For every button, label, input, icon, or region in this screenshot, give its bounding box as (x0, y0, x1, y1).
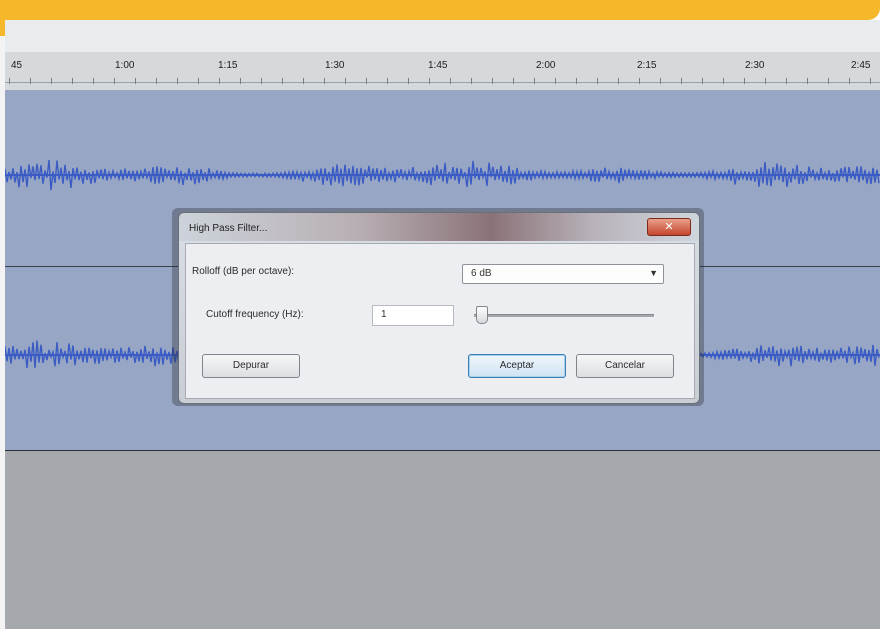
ruler-tick (681, 78, 682, 84)
ruler-tick (744, 78, 745, 84)
ruler-tick (324, 78, 325, 84)
ruler-label: 2:00 (536, 60, 556, 71)
ruler-label: 2:45 (851, 60, 871, 71)
ruler-tick (72, 78, 73, 84)
ruler-tick (534, 78, 535, 84)
close-button[interactable]: ✕ (647, 218, 691, 236)
ruler-tick (198, 78, 199, 84)
ruler-tick (9, 78, 10, 84)
ruler-tick (345, 78, 346, 84)
ruler-label: 2:30 (745, 60, 765, 71)
rolloff-label: Rolloff (dB per octave): (192, 266, 295, 277)
ruler-label: 1:45 (428, 60, 448, 71)
ruler-label: 2:15 (637, 60, 657, 71)
ruler-tick (156, 78, 157, 84)
ruler-tick (450, 78, 451, 84)
ruler-tick (51, 78, 52, 84)
ruler-tick (135, 78, 136, 84)
cutoff-value: 1 (381, 309, 387, 320)
ruler-tick (387, 78, 388, 84)
ruler-tick (702, 78, 703, 84)
top-banner (0, 0, 880, 20)
cutoff-frequency-input[interactable]: 1 (372, 305, 454, 326)
high-pass-filter-dialog: High Pass Filter... ✕ Rolloff (dB per oc… (178, 212, 700, 404)
ruler-tick (639, 78, 640, 84)
ruler-tick (366, 78, 367, 84)
ruler-tick (261, 78, 262, 84)
ruler-tick (408, 78, 409, 84)
debug-button[interactable]: Depurar (202, 354, 300, 378)
ruler-label: 45 (11, 60, 23, 71)
ruler-tick (282, 78, 283, 84)
ruler-tick (597, 78, 598, 84)
ruler-tick (513, 78, 514, 84)
ruler-label: 1:30 (325, 60, 345, 71)
ruler-tick (660, 78, 661, 84)
cutoff-label: Cutoff frequency (Hz): (206, 309, 304, 320)
ruler-tick (114, 78, 115, 84)
ruler-tick (492, 78, 493, 84)
ruler-tick (471, 78, 472, 84)
ruler-tick (828, 78, 829, 84)
empty-track-area[interactable] (5, 451, 880, 629)
ruler-tick (177, 78, 178, 84)
dialog-title: High Pass Filter... (189, 223, 268, 234)
dialog-body: Rolloff (dB per octave): 6 dB ▼ Cutoff f… (185, 243, 695, 399)
ruler-tick (765, 78, 766, 84)
cutoff-slider-track[interactable] (474, 314, 654, 317)
ruler-tick (723, 78, 724, 84)
cancel-button[interactable]: Cancelar (576, 354, 674, 378)
ruler-tick (555, 78, 556, 84)
chevron-down-icon: ▼ (649, 268, 658, 278)
ruler-tick (240, 78, 241, 84)
ruler-tick (303, 78, 304, 84)
ruler-label: 1:15 (218, 60, 238, 71)
ruler-tick (429, 78, 430, 84)
cutoff-slider-thumb[interactable] (476, 306, 489, 324)
toolbar-strip (5, 20, 880, 52)
ruler-tick (849, 78, 850, 84)
ruler-tick (786, 78, 787, 84)
ruler-tick (93, 78, 94, 84)
ruler-tick (219, 78, 220, 84)
ruler-baseline (5, 82, 880, 83)
ruler-tick (30, 78, 31, 84)
rolloff-value: 6 dB (471, 268, 492, 279)
rolloff-select[interactable]: 6 dB ▼ (462, 264, 664, 284)
ruler-label: 1:00 (115, 60, 135, 71)
ruler-tick (618, 78, 619, 84)
waveform-channel-left (5, 160, 880, 191)
ruler-tick (870, 78, 871, 84)
ruler-tick (807, 78, 808, 84)
ok-button[interactable]: Aceptar (468, 354, 566, 378)
timeline-ruler[interactable]: 45 1:00 1:15 1:30 1:45 2:00 2:15 2:30 2:… (5, 52, 880, 91)
ruler-tick (576, 78, 577, 84)
